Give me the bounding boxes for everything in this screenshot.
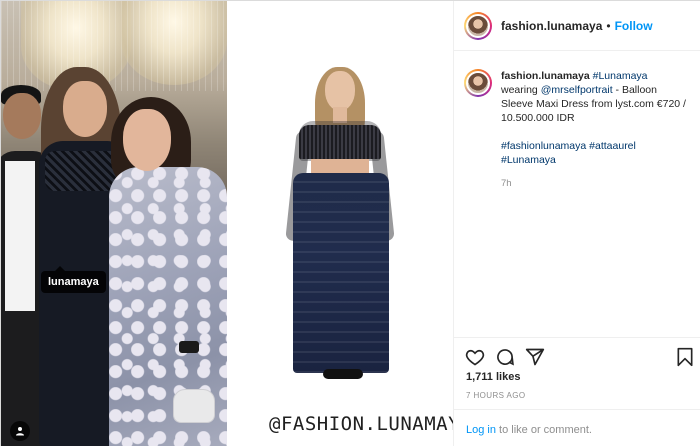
woman-face bbox=[63, 81, 107, 137]
caption-body: fashion.lunamaya #Lunamaya wearing @mrse… bbox=[501, 69, 687, 191]
post-header: fashion.lunamaya • Follow bbox=[454, 1, 700, 51]
bookmark-icon[interactable] bbox=[674, 346, 696, 368]
login-text: to like or comment. bbox=[495, 424, 592, 436]
login-prompt: Log in to like or comment. bbox=[454, 409, 700, 446]
user-tag-label[interactable]: lunamaya bbox=[41, 266, 106, 293]
action-bar bbox=[454, 337, 700, 373]
caption-text: wearing bbox=[501, 84, 538, 96]
post-media[interactable]: lunamaya @FASHION.LUNAMAYA bbox=[1, 1, 453, 446]
image-watermark: @FASHION.LUNAMAYA bbox=[269, 413, 453, 435]
caption-hashtag[interactable]: #Lunamaya bbox=[501, 154, 556, 166]
woman-face bbox=[123, 109, 171, 171]
heart-icon[interactable] bbox=[464, 346, 486, 368]
man-head bbox=[3, 93, 41, 139]
clutch-bag bbox=[173, 389, 215, 423]
post-details-panel: fashion.lunamaya • Follow fashion.lunama… bbox=[453, 1, 700, 446]
caption-hashtag[interactable]: #fashionlunamaya bbox=[501, 140, 586, 152]
model-photo bbox=[227, 1, 453, 446]
likes-count[interactable]: 1,711 likes bbox=[466, 371, 520, 383]
party-photo: lunamaya bbox=[1, 1, 227, 446]
instagram-post: lunamaya @FASHION.LUNAMAYA fashion.lunam… bbox=[0, 0, 700, 446]
model-face bbox=[325, 71, 355, 111]
separator-dot: • bbox=[606, 18, 611, 33]
caption-comment: fashion.lunamaya #Lunamaya wearing @mrse… bbox=[464, 69, 692, 191]
model-midriff bbox=[311, 159, 369, 173]
header-username[interactable]: fashion.lunamaya bbox=[501, 19, 602, 33]
share-icon[interactable] bbox=[524, 346, 546, 368]
man-shirt bbox=[5, 161, 35, 311]
caption-time: 7h bbox=[501, 178, 512, 189]
model-lace-bodice bbox=[299, 125, 381, 159]
caption-avatar[interactable] bbox=[464, 69, 492, 97]
comment-icon[interactable] bbox=[494, 346, 516, 368]
user-tags-icon[interactable] bbox=[10, 421, 30, 441]
caption-mention[interactable]: @mrselfportrait bbox=[541, 84, 613, 96]
profile-avatar[interactable] bbox=[464, 11, 492, 40]
follow-button[interactable]: Follow bbox=[615, 19, 653, 33]
model-shoes bbox=[323, 369, 363, 379]
chandelier-crystals bbox=[1, 1, 227, 91]
caption-username[interactable]: fashion.lunamaya bbox=[501, 70, 590, 82]
wrist-watch bbox=[179, 341, 199, 353]
post-timestamp[interactable]: 7 HOURS AGO bbox=[466, 391, 526, 400]
model-maxi-skirt bbox=[293, 173, 389, 373]
login-link[interactable]: Log in bbox=[466, 424, 496, 436]
caption-hashtags: #fashionlunamaya #attaaurel #Lunamaya bbox=[501, 139, 687, 167]
caption-hashtag[interactable]: #attaaurel bbox=[589, 140, 636, 152]
caption-hashtag[interactable]: #Lunamaya bbox=[593, 70, 648, 82]
